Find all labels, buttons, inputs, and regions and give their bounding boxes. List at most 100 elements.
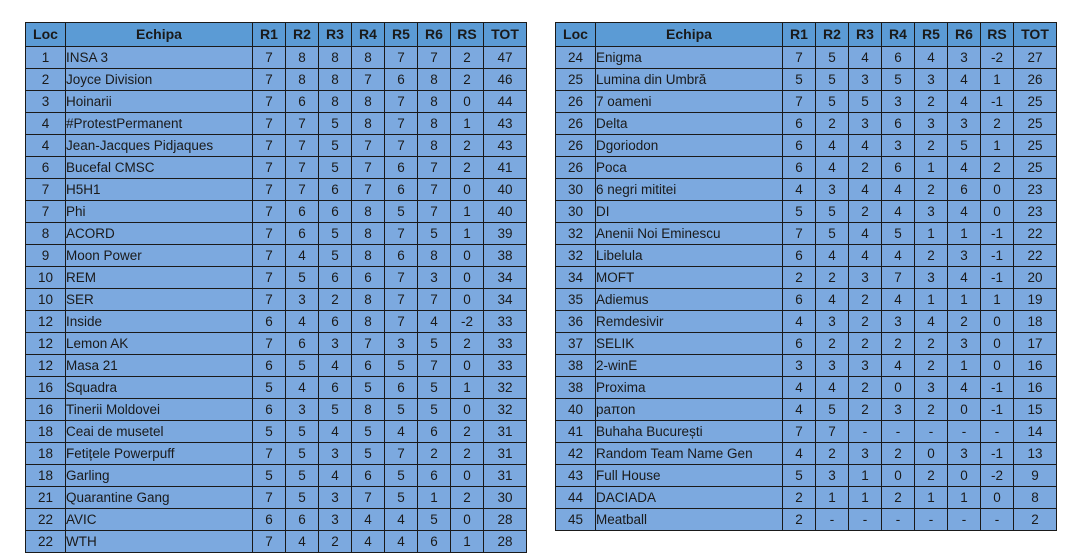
cell-team: Joyce Division	[65, 68, 253, 91]
cell-r4: 6	[351, 464, 385, 487]
table-row[interactable]: 18 Ceai de musetel 5 5 4 5 4 6 2 31	[25, 420, 527, 443]
column-header-loc[interactable]: Loc	[555, 22, 596, 47]
table-row[interactable]: 3 Hoinarii 7 6 8 8 7 8 0 44	[25, 90, 527, 113]
cell-loc: 38	[555, 376, 596, 399]
column-header-r2[interactable]: R2	[815, 22, 849, 47]
table-row[interactable]: 44 DACIADA 2 1 1 2 1 1 0 8	[555, 486, 1057, 509]
table-row[interactable]: 12 Inside 6 4 6 8 7 4 -2 33	[25, 310, 527, 333]
table-row[interactable]: 41 Buhaha București 7 7- - - - -14	[555, 420, 1057, 443]
cell-r5: 2	[914, 244, 948, 267]
table-row[interactable]: 16 Squadra 5 4 6 5 6 5 1 32	[25, 376, 527, 399]
table-row[interactable]: 26 Poca 6 4 2 6 1 4 2 25	[555, 156, 1057, 179]
cell-r3: 6	[318, 266, 352, 289]
cell-r4: 7	[351, 68, 385, 91]
table-row[interactable]: 9 Moon Power 7 4 5 8 6 8 0 38	[25, 244, 527, 267]
column-header-r5[interactable]: R5	[384, 22, 418, 47]
table-row[interactable]: 8 ACORD 7 6 5 8 7 5 1 39	[25, 222, 527, 245]
cell-r1: 4	[782, 376, 816, 399]
table-row[interactable]: 26 7 oameni 7 5 5 3 2 4 -1 25	[555, 90, 1057, 113]
table-row[interactable]: 42 Random Team Name Gen 4 2 3 2 0 3 -1 13	[555, 442, 1057, 465]
cell-r6: 5	[417, 398, 451, 421]
table-row[interactable]: 36 Remdesivir 4 3 2 3 4 2 0 18	[555, 310, 1057, 333]
table-row[interactable]: 18 Garling 5 5 4 6 5 6 0 31	[25, 464, 527, 487]
column-header-r6[interactable]: R6	[947, 22, 981, 47]
cell-r1: 7	[782, 420, 816, 443]
column-header-team[interactable]: Echipa	[595, 22, 783, 47]
cell-r4: 7	[351, 332, 385, 355]
table-row[interactable]: 22 AVIC 6 6 3 4 4 5 0 28	[25, 508, 527, 531]
table-row[interactable]: 32 Anenii Noi Eminescu 7 5 4 5 1 1 -1 22	[555, 222, 1057, 245]
table-row[interactable]: 37 SELIK 6 2 2 2 2 3 0 17	[555, 332, 1057, 355]
table-row[interactable]: 45 Meatball 2- - - - - -2	[555, 508, 1057, 531]
table-row[interactable]: 4 #ProtestPermanent 7 7 5 8 7 8 1 43	[25, 112, 527, 135]
table-row[interactable]: 25 Lumina din Umbră 5 5 3 5 3 4 1 26	[555, 68, 1057, 91]
table-row[interactable]: 7 Phi 7 6 6 8 5 7 1 40	[25, 200, 527, 223]
column-header-rs[interactable]: RS	[450, 22, 484, 47]
cell-r1: 7	[252, 46, 286, 69]
cell-r2: 5	[815, 398, 849, 421]
table-row[interactable]: 21 Quarantine Gang 7 5 3 7 5 1 2 30	[25, 486, 527, 509]
table-row[interactable]: 6 Bucefal CMSC 7 7 5 7 6 7 2 41	[25, 156, 527, 179]
column-header-r1[interactable]: R1	[782, 22, 816, 47]
cell-r3: 4	[848, 222, 882, 245]
table-row[interactable]: 22 WTH 7 4 2 4 4 6 1 28	[25, 530, 527, 553]
table-row[interactable]: 26 Dgoriodon 6 4 4 3 2 5 1 25	[555, 134, 1057, 157]
column-header-rs[interactable]: RS	[980, 22, 1014, 47]
column-header-r3[interactable]: R3	[848, 22, 882, 47]
column-header-tot[interactable]: TOT	[1013, 22, 1057, 47]
cell-loc: 12	[25, 354, 66, 377]
cell-loc: 9	[25, 244, 66, 267]
table-row[interactable]: 4 Jean-Jacques Pidjaques 7 7 5 7 7 8 2 43	[25, 134, 527, 157]
cell-rs: -1	[980, 266, 1014, 289]
cell-r4: 7	[881, 266, 915, 289]
table-row[interactable]: 10 REM 7 5 6 6 7 3 0 34	[25, 266, 527, 289]
cell-team: SELIK	[595, 332, 783, 355]
table-row[interactable]: 12 Masa 21 6 5 4 6 5 7 0 33	[25, 354, 527, 377]
table-row[interactable]: 38 2-winE 3 3 3 4 2 1 0 16	[555, 354, 1057, 377]
column-header-r3[interactable]: R3	[318, 22, 352, 47]
column-header-r5[interactable]: R5	[914, 22, 948, 47]
cell-tot: 43	[483, 134, 527, 157]
cell-tot: 32	[483, 376, 527, 399]
table-row[interactable]: 40 paπon 4 5 2 3 2 0 -1 15	[555, 398, 1057, 421]
table-row[interactable]: 7 H5H1 7 7 6 7 6 7 0 40	[25, 178, 527, 201]
cell-team: WTH	[65, 530, 253, 553]
table-row[interactable]: 12 Lemon AK 7 6 3 7 3 5 2 33	[25, 332, 527, 355]
table-row[interactable]: 10 SER 7 3 2 8 7 7 0 34	[25, 288, 527, 311]
table-row[interactable]: 43 Full House 5 3 1 0 2 0 -2 9	[555, 464, 1057, 487]
cell-r2: 4	[815, 376, 849, 399]
cell-r3: 3	[848, 266, 882, 289]
table-row[interactable]: 35 Adiemus 6 4 2 4 1 1 1 19	[555, 288, 1057, 311]
cell-rs: 2	[450, 134, 484, 157]
cell-r5: 6	[384, 376, 418, 399]
table-row[interactable]: 18 Fetițele Powerpuff 7 5 3 5 7 2 2 31	[25, 442, 527, 465]
column-header-r1[interactable]: R1	[252, 22, 286, 47]
column-header-tot[interactable]: TOT	[483, 22, 527, 47]
column-header-r6[interactable]: R6	[417, 22, 451, 47]
table-row[interactable]: 26 Delta 6 2 3 6 3 3 2 25	[555, 112, 1057, 135]
cell-tot: 25	[1013, 112, 1057, 135]
table-row[interactable]: 38 Proxima 4 4 2 0 3 4 -1 16	[555, 376, 1057, 399]
cell-rs: 1	[450, 200, 484, 223]
column-header-r4[interactable]: R4	[351, 22, 385, 47]
cell-r6: 7	[417, 354, 451, 377]
table-row[interactable]: 30 DI 5 5 2 4 3 4 0 23	[555, 200, 1057, 223]
table-row[interactable]: 34 MOFT 2 2 3 7 3 4 -1 20	[555, 266, 1057, 289]
table-row[interactable]: 1 INSA 3 7 8 8 8 7 7 2 47	[25, 46, 527, 69]
cell-r4: 6	[881, 156, 915, 179]
column-header-team[interactable]: Echipa	[65, 22, 253, 47]
cell-r2: 4	[815, 244, 849, 267]
column-header-r4[interactable]: R4	[881, 22, 915, 47]
cell-r3: 6	[318, 178, 352, 201]
cell-r2: 5	[285, 420, 319, 443]
table-row[interactable]: 32 Libelula 6 4 4 4 2 3 -1 22	[555, 244, 1057, 267]
table-row[interactable]: 24 Enigma 7 5 4 6 4 3 -2 27	[555, 46, 1057, 69]
table-row[interactable]: 30 6 negri mititei 4 3 4 4 2 6 0 23	[555, 178, 1057, 201]
column-header-r2[interactable]: R2	[285, 22, 319, 47]
column-header-loc[interactable]: Loc	[25, 22, 66, 47]
table-row[interactable]: 16 Tinerii Moldovei 6 3 5 8 5 5 0 32	[25, 398, 527, 421]
table-row[interactable]: 2 Joyce Division 7 8 8 7 6 8 2 46	[25, 68, 527, 91]
cell-r1: 7	[252, 90, 286, 113]
cell-loc: 36	[555, 310, 596, 333]
cell-r1: 3	[782, 354, 816, 377]
